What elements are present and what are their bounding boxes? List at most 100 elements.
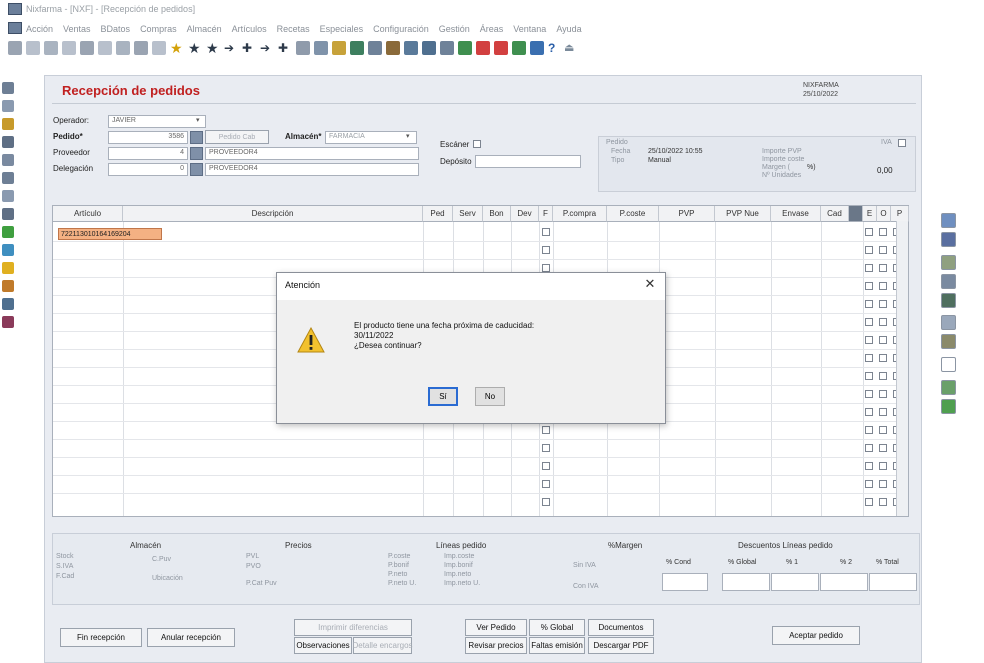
left-tool-icon[interactable]	[2, 100, 14, 112]
row-f-checkbox[interactable]	[542, 498, 550, 506]
toolbar-tool-icon[interactable]	[422, 41, 436, 55]
menu-bdatos[interactable]: BDatos	[101, 24, 131, 34]
col-pvp[interactable]: PVP	[659, 206, 715, 222]
toolbar-tool-icon[interactable]	[26, 41, 40, 55]
delegacion-code-input[interactable]: 0	[108, 163, 188, 176]
row-e-checkbox[interactable]	[865, 228, 873, 236]
row-f-checkbox[interactable]	[542, 246, 550, 254]
row-f-checkbox[interactable]	[542, 228, 550, 236]
row-e-checkbox[interactable]	[865, 408, 873, 416]
imprimir-diferencias-button[interactable]: Imprimir diferencias	[294, 619, 412, 636]
escaner-checkbox[interactable]	[473, 140, 481, 148]
left-tool-icon[interactable]	[2, 136, 14, 148]
row-e-checkbox[interactable]	[865, 480, 873, 488]
documentos-button[interactable]: Documentos	[588, 619, 654, 636]
col-pcoste[interactable]: P.coste	[607, 206, 659, 222]
detalle-encargos-button[interactable]: Detalle encargos	[352, 637, 413, 654]
row-o-checkbox[interactable]	[879, 300, 887, 308]
fin-recepcion-button[interactable]: Fin recepción	[60, 628, 142, 647]
menu-configuracion[interactable]: Configuración	[373, 24, 429, 34]
col-cad[interactable]: Cad	[821, 206, 849, 222]
almacen-select[interactable]: FARMACIA	[325, 131, 417, 144]
row-o-checkbox[interactable]	[879, 228, 887, 236]
row-o-checkbox[interactable]	[879, 354, 887, 362]
row-e-checkbox[interactable]	[865, 444, 873, 452]
observaciones-button[interactable]: Observaciones	[294, 637, 352, 654]
calendar-icon[interactable]	[849, 206, 863, 222]
arrow-icon[interactable]: ➔	[260, 41, 274, 55]
warning-icon[interactable]	[2, 262, 14, 274]
right-tool-icon[interactable]	[941, 399, 956, 414]
right-tool-icon[interactable]	[941, 293, 956, 308]
col-envase[interactable]: Envase	[771, 206, 821, 222]
faltas-emision-button[interactable]: Faltas emisión	[529, 637, 585, 654]
cond-input[interactable]	[662, 573, 708, 591]
star-icon[interactable]: ★	[188, 41, 202, 55]
left-tool-icon[interactable]	[2, 208, 14, 220]
row-f-checkbox[interactable]	[542, 462, 550, 470]
search-icon[interactable]	[190, 131, 203, 144]
col-p[interactable]: P	[891, 206, 909, 222]
right-tool-icon[interactable]	[941, 380, 956, 395]
toolbar-tool-icon[interactable]	[134, 41, 148, 55]
col-serv[interactable]: Serv	[453, 206, 483, 222]
total-input[interactable]	[869, 573, 917, 591]
toolbar-tool-icon[interactable]	[98, 41, 112, 55]
toolbar-tool-icon[interactable]	[80, 41, 94, 55]
col-e[interactable]: E	[863, 206, 877, 222]
close-icon[interactable]: ✕	[640, 275, 660, 293]
toolbar-tool-icon[interactable]	[152, 41, 166, 55]
chevron-down-icon[interactable]: ▾	[196, 116, 200, 124]
toolbar-tool-icon[interactable]	[458, 41, 472, 55]
operador-select[interactable]: JAVIER	[108, 115, 206, 128]
right-tool-icon[interactable]	[941, 232, 956, 247]
ver-pedido-button[interactable]: Ver Pedido	[465, 619, 527, 636]
menu-areas[interactable]: Áreas	[480, 24, 504, 34]
menu-ayuda[interactable]: Ayuda	[556, 24, 581, 34]
col-f[interactable]: F	[539, 206, 553, 222]
selected-article-cell[interactable]: 722113010164169204	[58, 228, 162, 240]
toolbar-tool-icon[interactable]	[386, 41, 400, 55]
col-ped[interactable]: Ped	[423, 206, 453, 222]
col-pvp-nue[interactable]: PVP Nue	[715, 206, 771, 222]
revisar-precios-button[interactable]: Revisar precios	[465, 637, 527, 654]
row-e-checkbox[interactable]	[865, 246, 873, 254]
menu-accion[interactable]: Acción	[26, 24, 53, 34]
left-tool-icon[interactable]	[2, 280, 14, 292]
help-icon[interactable]: ?	[548, 41, 562, 55]
left-tool-icon[interactable]	[2, 298, 14, 310]
search-icon[interactable]	[190, 163, 203, 176]
toolbar-t-icon[interactable]	[512, 41, 526, 55]
deposito-input[interactable]	[475, 155, 581, 168]
row-o-checkbox[interactable]	[879, 426, 887, 434]
right-tool-icon[interactable]	[941, 315, 956, 330]
left-tool-icon[interactable]	[2, 244, 14, 256]
row-o-checkbox[interactable]	[879, 480, 887, 488]
row-e-checkbox[interactable]	[865, 372, 873, 380]
right-tool-icon[interactable]	[941, 334, 956, 349]
menu-app-icon[interactable]	[8, 22, 22, 34]
left-tool-icon[interactable]	[2, 118, 14, 130]
row-e-checkbox[interactable]	[865, 300, 873, 308]
plus-icon[interactable]	[2, 226, 14, 238]
toolbar-tool-icon[interactable]	[62, 41, 76, 55]
yes-button[interactable]: Sí	[428, 387, 458, 406]
row-f-checkbox[interactable]	[542, 264, 550, 272]
row-e-checkbox[interactable]	[865, 426, 873, 434]
col-bon[interactable]: Bon	[483, 206, 511, 222]
arrow-icon[interactable]: ✚	[278, 41, 292, 55]
row-e-checkbox[interactable]	[865, 390, 873, 398]
toolbar-tool-icon[interactable]	[8, 41, 22, 55]
toolbar-tool-icon[interactable]	[368, 41, 382, 55]
right-tool-icon[interactable]	[941, 213, 956, 228]
row-f-checkbox[interactable]	[542, 480, 550, 488]
menu-gestion[interactable]: Gestión	[439, 24, 470, 34]
star-icon[interactable]: ★	[206, 41, 220, 55]
menu-ventana[interactable]: Ventana	[513, 24, 546, 34]
toolbar-s-icon[interactable]	[476, 41, 490, 55]
row-o-checkbox[interactable]	[879, 264, 887, 272]
row-o-checkbox[interactable]	[879, 246, 887, 254]
row-e-checkbox[interactable]	[865, 498, 873, 506]
row-o-checkbox[interactable]	[879, 408, 887, 416]
row-e-checkbox[interactable]	[865, 354, 873, 362]
